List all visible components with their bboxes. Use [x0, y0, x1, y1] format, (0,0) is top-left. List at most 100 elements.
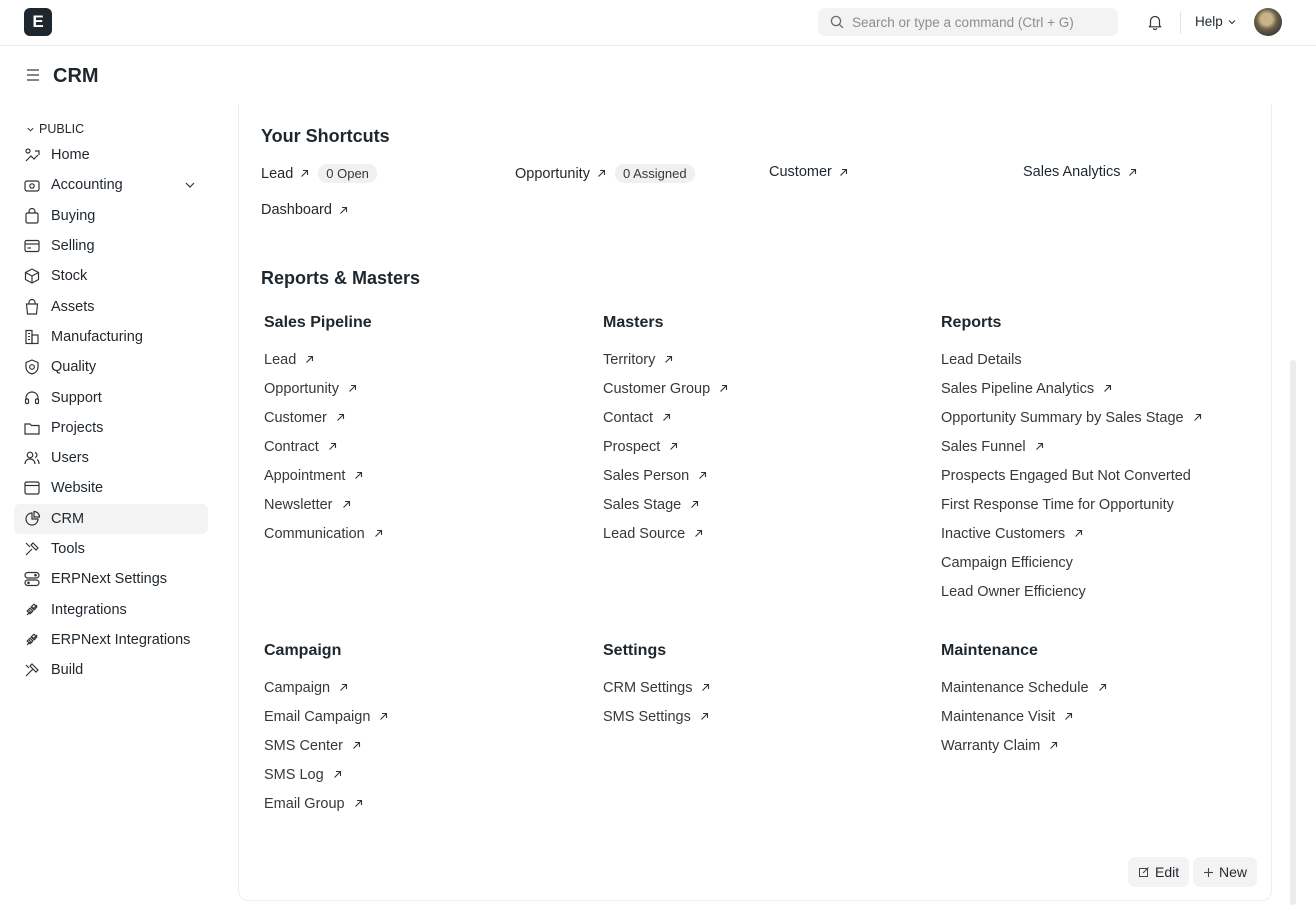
link-opportunity-summary-by-sales-stage[interactable]: Opportunity Summary by Sales Stage [941, 410, 1202, 439]
reports-masters-title: Reports & Masters [261, 268, 421, 288]
arrow-up-right-icon [328, 442, 337, 451]
sidebar-item-tools[interactable]: Tools [14, 534, 208, 564]
sidebar-item-buying[interactable]: Buying [14, 201, 208, 231]
link-label: Contract [264, 439, 319, 455]
edit-button[interactable]: Edit [1128, 857, 1190, 887]
app-logo[interactable]: E [24, 8, 52, 36]
users-icon [23, 449, 41, 467]
link-sales-person[interactable]: Sales Person [603, 468, 728, 497]
sidebar-item-integrations[interactable]: Integrations [14, 594, 208, 624]
sidebar-item-projects[interactable]: Projects [14, 413, 208, 443]
link-campaign-efficiency[interactable]: Campaign Efficiency [941, 555, 1202, 584]
assets-icon [23, 298, 41, 316]
link-sms-log[interactable]: SMS Log [264, 767, 388, 796]
link-lead-details[interactable]: Lead Details [941, 352, 1202, 381]
help-dropdown[interactable]: Help [1195, 14, 1237, 29]
sidebar-item-manufacturing[interactable]: Manufacturing [14, 322, 208, 352]
link-sales-pipeline-analytics[interactable]: Sales Pipeline Analytics [941, 381, 1202, 410]
sidebar-item-erpnext-integrations[interactable]: ERPNext Integrations [14, 625, 208, 655]
link-email-group[interactable]: Email Group [264, 796, 388, 825]
sidebar-section-public[interactable]: PUBLIC [14, 118, 208, 140]
sidebar-item-label: Selling [51, 238, 95, 255]
sidebar-item-support[interactable]: Support [14, 382, 208, 412]
link-prospects-engaged-but-not-converted[interactable]: Prospects Engaged But Not Converted [941, 468, 1202, 497]
chevron-down-icon[interactable] [184, 179, 196, 191]
sidebar-item-label: Home [51, 147, 90, 164]
card-settings: Settings CRM Settings SMS Settings [603, 642, 710, 738]
shortcut-dashboard[interactable]: Dashboard [261, 202, 348, 218]
search-bar[interactable] [818, 8, 1118, 36]
sidebar-item-accounting[interactable]: Accounting [14, 170, 208, 200]
sidebar-item-label: Tools [51, 541, 85, 557]
link-contact[interactable]: Contact [603, 410, 728, 439]
link-opportunity[interactable]: Opportunity [264, 381, 383, 410]
link-inactive-customers[interactable]: Inactive Customers [941, 526, 1202, 555]
sidebar-item-erpnext-settings[interactable]: ERPNext Settings [14, 564, 208, 594]
link-label: Opportunity Summary by Sales Stage [941, 410, 1184, 426]
arrow-up-right-icon [694, 529, 703, 538]
shortcut-opportunity[interactable]: Opportunity 0 Assigned [515, 164, 695, 183]
sidebar-item-label: Users [51, 450, 89, 467]
sidebar-item-build[interactable]: Build [14, 655, 208, 685]
search-input[interactable] [852, 14, 1102, 30]
sidebar-item-website[interactable]: Website [14, 473, 208, 503]
link-contract[interactable]: Contract [264, 439, 383, 468]
arrow-up-right-icon [701, 683, 710, 692]
shortcut-lead[interactable]: Lead 0 Open [261, 164, 377, 183]
link-maintenance-visit[interactable]: Maintenance Visit [941, 709, 1107, 738]
arrow-up-right-icon [1098, 683, 1107, 692]
user-avatar[interactable] [1254, 8, 1282, 36]
link-territory[interactable]: Territory [603, 352, 728, 381]
card-title: Settings [603, 642, 667, 659]
sidebar-item-label: Build [51, 662, 84, 679]
stock-icon [23, 267, 41, 285]
link-warranty-claim[interactable]: Warranty Claim [941, 738, 1107, 767]
arrow-up-right-icon [1049, 741, 1058, 750]
link-appointment[interactable]: Appointment [264, 468, 383, 497]
link-lead-owner-efficiency[interactable]: Lead Owner Efficiency [941, 584, 1202, 613]
sidebar-item-assets[interactable]: Assets [14, 291, 208, 321]
sidebar-item-selling[interactable]: Selling [14, 231, 208, 261]
notification-bell-icon[interactable] [1146, 13, 1164, 31]
sidebar-item-home[interactable]: Home [14, 140, 208, 170]
sidebar: PUBLIC Home Accounting Buying Selling Stock A… [14, 118, 208, 685]
link-sales-stage[interactable]: Sales Stage [603, 497, 728, 526]
crm-icon [23, 510, 41, 528]
link-first-response-time-for-opportunity[interactable]: First Response Time for Opportunity [941, 497, 1202, 526]
link-prospect[interactable]: Prospect [603, 439, 728, 468]
link-customer[interactable]: Customer [264, 410, 383, 439]
link-sms-center[interactable]: SMS Center [264, 738, 388, 767]
edit-button-label: Edit [1155, 864, 1180, 880]
sidebar-toggle-icon[interactable] [26, 68, 40, 82]
page-scrollbar[interactable] [1290, 360, 1296, 905]
card-masters: Masters Territory Customer Group Contact Pro… [603, 314, 728, 555]
link-sales-funnel[interactable]: Sales Funnel [941, 439, 1202, 468]
link-email-campaign[interactable]: Email Campaign [264, 709, 388, 738]
arrow-up-right-icon [379, 712, 388, 721]
link-newsletter[interactable]: Newsletter [264, 497, 383, 526]
sidebar-item-quality[interactable]: Quality [14, 352, 208, 382]
sidebar-item-crm[interactable]: CRM [14, 503, 208, 534]
link-campaign[interactable]: Campaign [264, 680, 388, 709]
link-crm-settings[interactable]: CRM Settings [603, 680, 710, 709]
link-communication[interactable]: Communication [264, 526, 383, 555]
shortcut-sales-analytics[interactable]: Sales Analytics [1023, 164, 1137, 180]
link-label: Opportunity [264, 381, 339, 397]
quality-icon [23, 358, 41, 376]
link-customer-group[interactable]: Customer Group [603, 381, 728, 410]
link-maintenance-schedule[interactable]: Maintenance Schedule [941, 680, 1107, 709]
arrow-up-right-icon [1064, 712, 1073, 721]
card-campaign: Campaign Campaign Email Campaign SMS Center… [264, 642, 388, 825]
shortcut-customer[interactable]: Customer [769, 164, 848, 180]
arrow-up-right-icon [348, 384, 357, 393]
sidebar-item-label: Projects [51, 419, 104, 436]
link-sms-settings[interactable]: SMS Settings [603, 709, 710, 738]
new-button[interactable]: New [1193, 857, 1258, 887]
link-lead-source[interactable]: Lead Source [603, 526, 728, 555]
link-label: Lead Details [941, 352, 1022, 368]
link-lead[interactable]: Lead [264, 352, 383, 381]
sidebar-item-stock[interactable]: Stock [14, 261, 208, 291]
arrow-up-right-icon [339, 206, 348, 215]
card-title: Reports [941, 314, 1002, 331]
sidebar-item-users[interactable]: Users [14, 443, 208, 473]
